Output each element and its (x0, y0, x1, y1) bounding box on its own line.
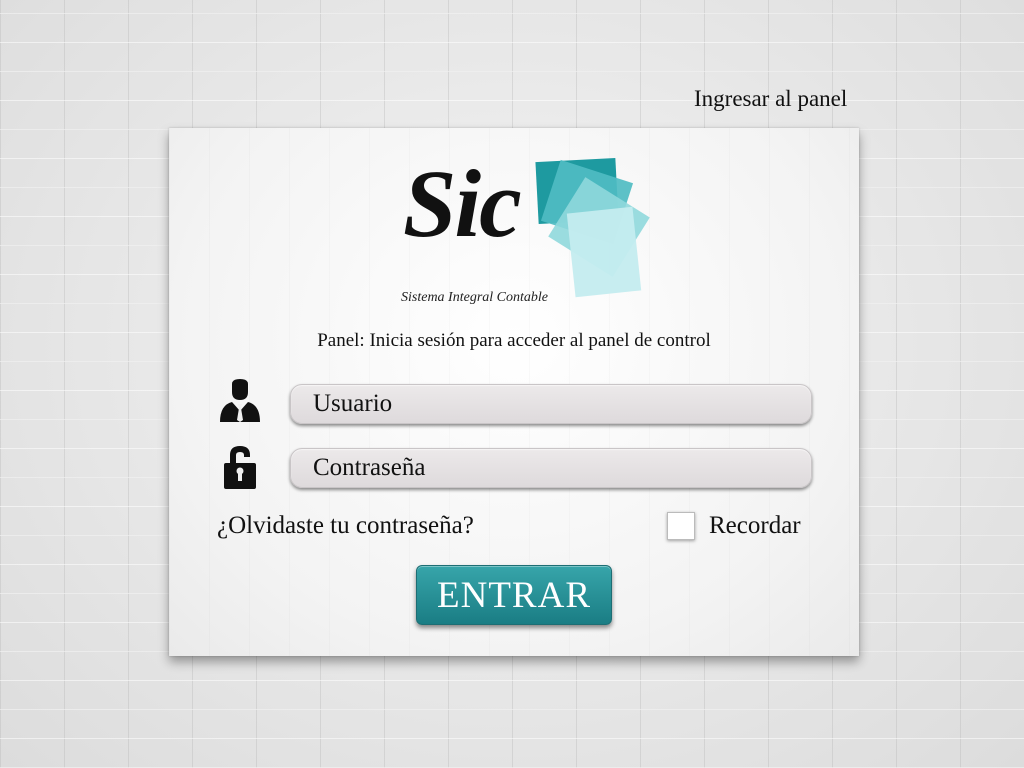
forgot-password-link[interactable]: ¿Olvidaste tu contraseña? (217, 512, 474, 540)
ingresar-panel-link[interactable]: Ingresar al panel (694, 86, 847, 112)
password-input[interactable] (291, 449, 811, 487)
panel-subtitle: Panel: Inicia sesión para acceder al pan… (317, 330, 711, 351)
logo-brand-text: Sic (403, 150, 522, 257)
username-field[interactable] (290, 384, 812, 424)
user-icon (217, 378, 263, 424)
logo-tagline: Sistema Integral Contable (401, 290, 548, 305)
login-panel: Sic Sistema Integral Contable Panel: Ini… (169, 128, 859, 656)
password-field[interactable] (290, 448, 812, 488)
remember-label: Recordar (709, 512, 801, 539)
sic-logo: Sic Sistema Integral Contable (399, 150, 659, 308)
username-input[interactable] (291, 385, 811, 423)
lock-icon (221, 444, 259, 490)
enter-button[interactable]: ENTRAR (416, 565, 612, 625)
remember-checkbox[interactable] (667, 512, 695, 540)
logo-square-4 (566, 206, 642, 298)
